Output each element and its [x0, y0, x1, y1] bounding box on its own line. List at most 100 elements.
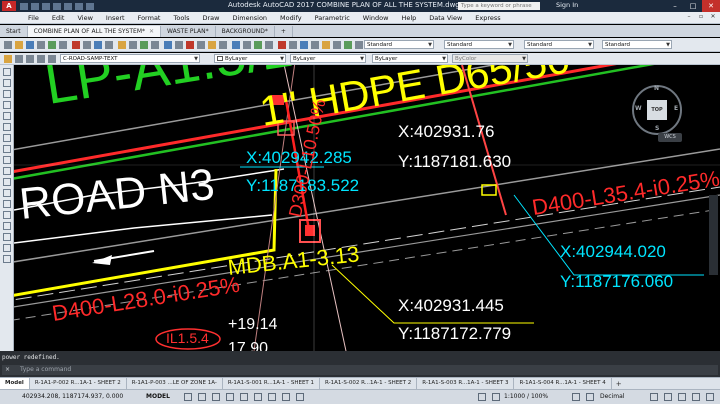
color-select[interactable]: ByLayer ▼: [214, 54, 286, 63]
mleader-style-select[interactable]: Standard ▼: [602, 40, 672, 49]
compass-west-label[interactable]: W: [635, 105, 642, 112]
toolbar-icon[interactable]: [83, 41, 91, 49]
saveas-icon[interactable]: [53, 2, 61, 10]
toolbar-icon[interactable]: [59, 41, 67, 49]
auto-scale-icon[interactable]: [492, 393, 500, 401]
add-layout-button[interactable]: +: [612, 380, 626, 388]
doc-close-icon[interactable]: ✕: [708, 13, 718, 22]
viewcube[interactable]: TOP N S E W: [632, 85, 682, 135]
hatch-tool-icon[interactable]: [3, 200, 11, 208]
toolbar-icon[interactable]: [72, 41, 80, 49]
lineweight-icon[interactable]: [268, 393, 276, 401]
point-tool-icon[interactable]: [3, 189, 11, 197]
toolbar-icon[interactable]: [151, 41, 159, 49]
mtext-tool-icon[interactable]: [3, 244, 11, 252]
rectangle-tool-icon[interactable]: [3, 101, 11, 109]
line-tool-icon[interactable]: [3, 68, 11, 76]
tab-layout[interactable]: R-1A1-S-004 R...1A-1 - SHEET 4: [514, 378, 612, 389]
toolbar-icon[interactable]: [208, 41, 216, 49]
toolbar-icon[interactable]: [164, 41, 172, 49]
tab-start[interactable]: Start: [0, 26, 28, 37]
transparency-icon[interactable]: [282, 393, 290, 401]
sign-in-link[interactable]: Sign In: [556, 1, 578, 9]
menu-parametric[interactable]: Parametric: [315, 14, 350, 22]
toolbar-icon[interactable]: [311, 41, 319, 49]
search-input[interactable]: Type a keyword or phrase: [458, 2, 540, 10]
table-style-select[interactable]: Standard ▼: [524, 40, 594, 49]
toolbar-icon[interactable]: [94, 41, 102, 49]
ellipse-tool-icon[interactable]: [3, 156, 11, 164]
polyline-tool-icon[interactable]: [3, 79, 11, 87]
menu-draw[interactable]: Draw: [203, 14, 220, 22]
viewcube-top-face[interactable]: TOP: [647, 100, 667, 120]
toolbar-icon[interactable]: [118, 41, 126, 49]
lock-ui-icon[interactable]: [664, 393, 672, 401]
menu-dimension[interactable]: Dimension: [232, 14, 267, 22]
layer-manager-icon[interactable]: [4, 55, 12, 63]
arc-tool-icon[interactable]: [3, 112, 11, 120]
layer-select[interactable]: C-ROAD-SAMP-TEXT ▼: [60, 54, 200, 63]
clean-screen-icon[interactable]: [692, 393, 700, 401]
tab-layout[interactable]: R-1A1-S-001 R...1A-1 - SHEET 1: [223, 378, 321, 389]
revcloud-tool-icon[interactable]: [3, 134, 11, 142]
make-block-icon[interactable]: [3, 178, 11, 186]
annotation-scale[interactable]: 1:1000 / 100%: [504, 393, 548, 400]
tab-layout[interactable]: R-1A1-S-002 R...1A-1 - SHEET 2: [320, 378, 418, 389]
toolbar-icon[interactable]: [105, 41, 113, 49]
drawing-canvas[interactable]: LP-A1.5/2 1" HDPE D65/50 ROAD N3 X:40294…: [14, 65, 720, 351]
tab-layout[interactable]: R-1A1-S-003 R...1A-1 - SHEET 3: [417, 378, 515, 389]
polar-icon[interactable]: [226, 393, 234, 401]
toolbar-icon[interactable]: [4, 41, 12, 49]
cursor-coordinates[interactable]: 402934.208, 1187174.937, 0.000: [22, 393, 123, 400]
toolbar-icon[interactable]: [322, 41, 330, 49]
region-tool-icon[interactable]: [3, 222, 11, 230]
workspace-gear-icon[interactable]: [572, 393, 580, 401]
customization-icon[interactable]: [706, 393, 714, 401]
layer-color-icon[interactable]: [48, 55, 56, 63]
insert-block-icon[interactable]: [3, 167, 11, 175]
close-tab-icon[interactable]: ✕: [149, 28, 154, 35]
toolbar-icon[interactable]: [48, 41, 56, 49]
gradient-tool-icon[interactable]: [3, 211, 11, 219]
spline-tool-icon[interactable]: [3, 145, 11, 153]
menu-window[interactable]: Window: [363, 14, 389, 22]
close-command-icon[interactable]: ×: [5, 365, 10, 375]
toolbar-icon[interactable]: [289, 41, 297, 49]
compass-south-label[interactable]: S: [655, 125, 659, 132]
grid-icon[interactable]: [184, 393, 192, 401]
menu-insert[interactable]: Insert: [106, 14, 125, 22]
toolbar-icon[interactable]: [333, 41, 341, 49]
toolbar-icon[interactable]: [300, 41, 308, 49]
toolbar-icon[interactable]: [355, 41, 363, 49]
lock-icon[interactable]: [37, 55, 45, 63]
save-icon[interactable]: [42, 2, 50, 10]
undo-icon[interactable]: [75, 2, 83, 10]
toolbar-icon[interactable]: [140, 41, 148, 49]
otrack-icon[interactable]: [254, 393, 262, 401]
toolbar-icon[interactable]: [15, 41, 23, 49]
units-display[interactable]: Decimal: [600, 393, 624, 400]
toolbar-icon[interactable]: [37, 41, 45, 49]
toolbar-icon[interactable]: [26, 41, 34, 49]
menu-file[interactable]: File: [28, 14, 39, 22]
new-icon[interactable]: [20, 2, 28, 10]
new-tab-button[interactable]: +: [275, 26, 293, 37]
annotation-visibility-icon[interactable]: [478, 393, 486, 401]
plotstyle-select[interactable]: ByColor ▼: [452, 54, 528, 63]
toolbar-icon[interactable]: [278, 41, 286, 49]
toolbar-icon[interactable]: [186, 41, 194, 49]
model-space-toggle[interactable]: MODEL: [146, 393, 170, 400]
snap-icon[interactable]: [198, 393, 206, 401]
toolbar-icon[interactable]: [219, 41, 227, 49]
menu-modify[interactable]: Modify: [280, 14, 302, 22]
tab-waste-plan[interactable]: WASTE PLAN*: [161, 26, 216, 37]
toolbar-icon[interactable]: [254, 41, 262, 49]
menu-edit[interactable]: Edit: [52, 14, 65, 22]
polygon-tool-icon[interactable]: [3, 90, 11, 98]
tab-model[interactable]: Model: [0, 378, 30, 389]
menu-view[interactable]: View: [77, 14, 92, 22]
selection-cycling-icon[interactable]: [296, 393, 304, 401]
dim-style-select[interactable]: Standard ▼: [444, 40, 514, 49]
toolbar-icon[interactable]: [197, 41, 205, 49]
add-selected-icon[interactable]: [3, 255, 11, 263]
